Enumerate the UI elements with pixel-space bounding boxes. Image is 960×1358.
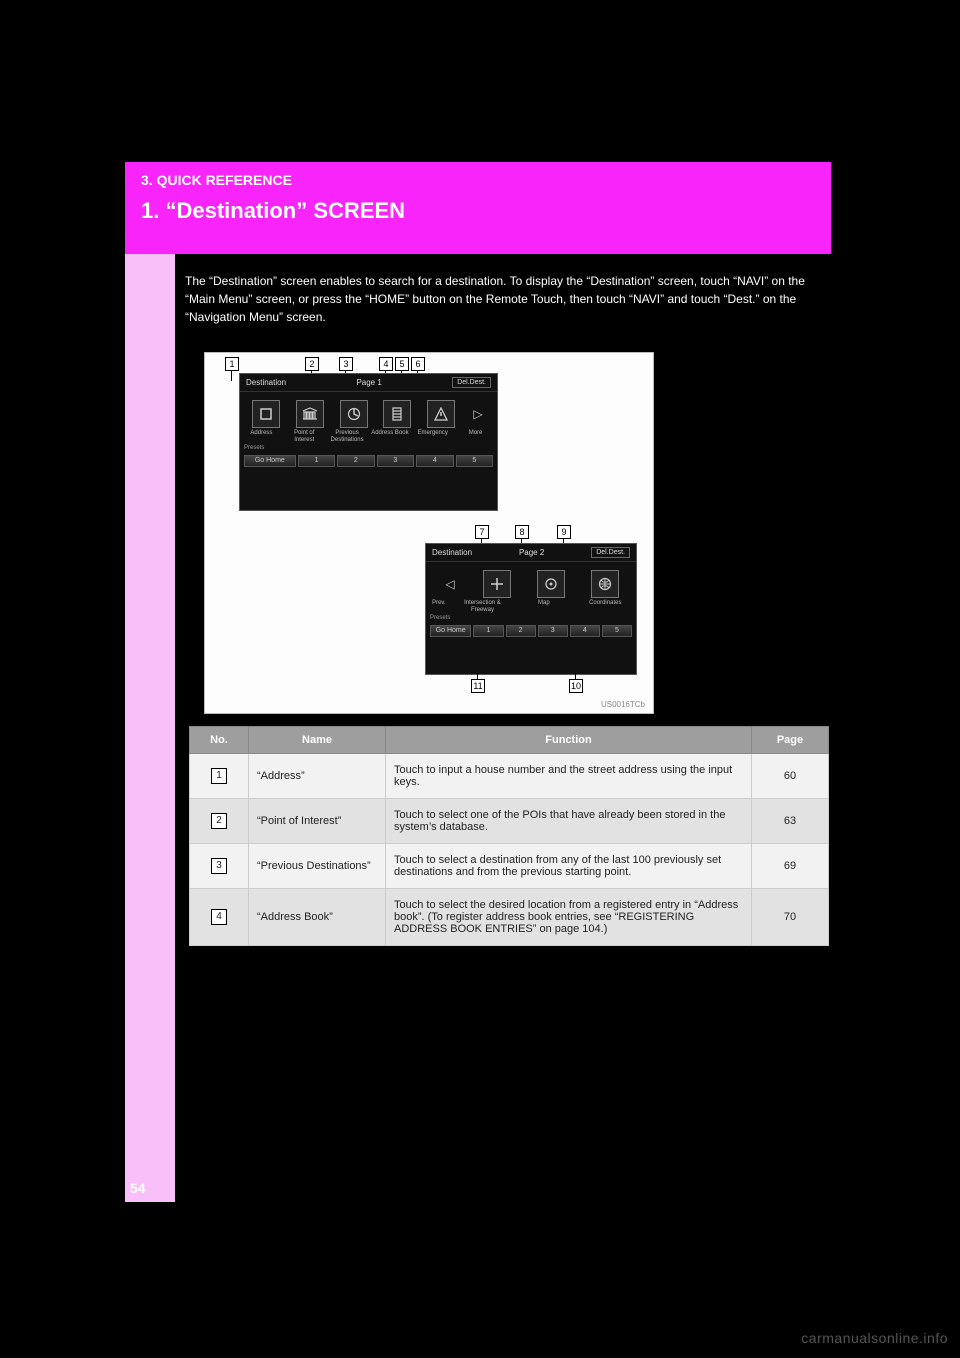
callout-4: 4 [379, 357, 393, 371]
row-page: 63 [752, 799, 829, 844]
callout-5: 5 [395, 357, 409, 371]
nav1-item-label: More [454, 430, 497, 443]
delete-destination-button[interactable]: Del.Dest. [591, 547, 630, 558]
nav1-item-label: Point of Interest [283, 430, 326, 443]
nav1-item-label: Address Book [368, 430, 411, 443]
nav1-title: Destination [246, 378, 286, 387]
nav2-page-label: Page 2 [519, 548, 544, 557]
row-function: Touch to select a destination from any o… [386, 844, 752, 889]
preset-button[interactable]: 3 [538, 625, 568, 637]
nav1-page-label: Page 1 [356, 378, 381, 387]
nav2-item-label: Map [513, 600, 574, 613]
callout-line [231, 371, 232, 381]
figure-id-label: US0016TCb [601, 700, 645, 709]
intersection-freeway-icon[interactable] [483, 570, 511, 598]
nav-screenshot-page2: Destination Page 2 Del.Dest. ◁ Prev. Int… [425, 543, 637, 675]
row-name: “Previous Destinations” [249, 844, 386, 889]
intro-paragraph: The “Destination” screen enables to sear… [185, 272, 825, 326]
prev-arrow-icon[interactable]: ◁ [443, 571, 457, 597]
callout-6: 6 [411, 357, 425, 371]
map-icon[interactable] [537, 570, 565, 598]
nav1-item-label: Address [240, 430, 283, 443]
previous-destinations-icon[interactable] [340, 400, 368, 428]
nav2-presets-label: Presets [426, 613, 634, 621]
col-header-function: Function [386, 727, 752, 754]
row-name: “Address” [249, 754, 386, 799]
function-description-table: No. Name Function Page 1 “Address” Touch… [189, 726, 829, 946]
section-header-band: 3. QUICK REFERENCE 1. “Destination” SCRE… [125, 162, 831, 254]
callout-7: 7 [475, 525, 489, 539]
preset-button[interactable]: 2 [506, 625, 536, 637]
preset-button[interactable]: 1 [298, 455, 335, 467]
callout-2: 2 [305, 357, 319, 371]
row-number-box: 2 [211, 813, 227, 829]
callout-9: 9 [557, 525, 571, 539]
callout-line [575, 673, 576, 679]
page-title: 1. “Destination” SCREEN [141, 198, 815, 224]
preset-button[interactable]: 5 [602, 625, 632, 637]
row-name: “Address Book” [249, 889, 386, 946]
go-home-button[interactable]: Go Home [430, 625, 471, 637]
nav-screenshot-page1: Destination Page 1 Del.Dest. [239, 373, 498, 511]
sidebar-stripe [125, 162, 175, 1202]
preset-button[interactable]: 4 [416, 455, 453, 467]
section-kicker: 3. QUICK REFERENCE [141, 172, 815, 188]
poi-icon[interactable] [296, 400, 324, 428]
preset-button[interactable]: 2 [337, 455, 374, 467]
more-arrow-icon[interactable]: ▷ [471, 401, 485, 427]
row-page: 70 [752, 889, 829, 946]
nav2-item-label: Intersection & Freeway [452, 600, 513, 613]
preset-button[interactable]: 4 [570, 625, 600, 637]
nav1-presets-label: Presets [240, 443, 495, 451]
row-name: “Point of Interest” [249, 799, 386, 844]
watermark: carmanualsonline.info [801, 1330, 948, 1346]
nav2-title: Destination [432, 548, 472, 557]
preset-button[interactable]: 1 [473, 625, 503, 637]
table-row: 4 “Address Book” Touch to select the des… [190, 889, 829, 946]
table-row: 3 “Previous Destinations” Touch to selec… [190, 844, 829, 889]
row-page: 69 [752, 844, 829, 889]
row-number-box: 1 [211, 768, 227, 784]
col-header-page: Page [752, 727, 829, 754]
go-home-button[interactable]: Go Home [244, 455, 296, 467]
page-number: 54 [130, 1180, 146, 1196]
row-number-box: 4 [211, 909, 227, 925]
callout-10: 10 [569, 679, 583, 693]
page: 3. QUICK REFERENCE 1. “Destination” SCRE… [0, 0, 960, 1358]
emergency-icon[interactable] [427, 400, 455, 428]
preset-button[interactable]: 3 [377, 455, 414, 467]
row-function: Touch to select the desired location fro… [386, 889, 752, 946]
nav1-item-label: Previous Destinations [326, 430, 369, 443]
nav2-item-label: Prev. [426, 600, 452, 613]
col-header-no: No. [190, 727, 249, 754]
address-icon[interactable] [252, 400, 280, 428]
callout-8: 8 [515, 525, 529, 539]
nav2-item-label: Coordinates [575, 600, 636, 613]
coordinates-icon[interactable] [591, 570, 619, 598]
callout-11: 11 [471, 679, 485, 693]
callout-1: 1 [225, 357, 239, 371]
row-function: Touch to select one of the POIs that hav… [386, 799, 752, 844]
table-row: 1 “Address” Touch to input a house numbe… [190, 754, 829, 799]
nav1-item-label: Emergency [411, 430, 454, 443]
figure-destination-screens: 1 2 3 4 5 6 Destination Page 1 Del.Dest. [204, 352, 654, 714]
delete-destination-button[interactable]: Del.Dest. [452, 377, 491, 388]
row-number-box: 3 [211, 858, 227, 874]
col-header-name: Name [249, 727, 386, 754]
row-function: Touch to input a house number and the st… [386, 754, 752, 799]
preset-button[interactable]: 5 [456, 455, 493, 467]
callout-3: 3 [339, 357, 353, 371]
callout-line [477, 673, 478, 679]
address-book-icon[interactable] [383, 400, 411, 428]
row-page: 60 [752, 754, 829, 799]
table-row: 2 “Point of Interest” Touch to select on… [190, 799, 829, 844]
